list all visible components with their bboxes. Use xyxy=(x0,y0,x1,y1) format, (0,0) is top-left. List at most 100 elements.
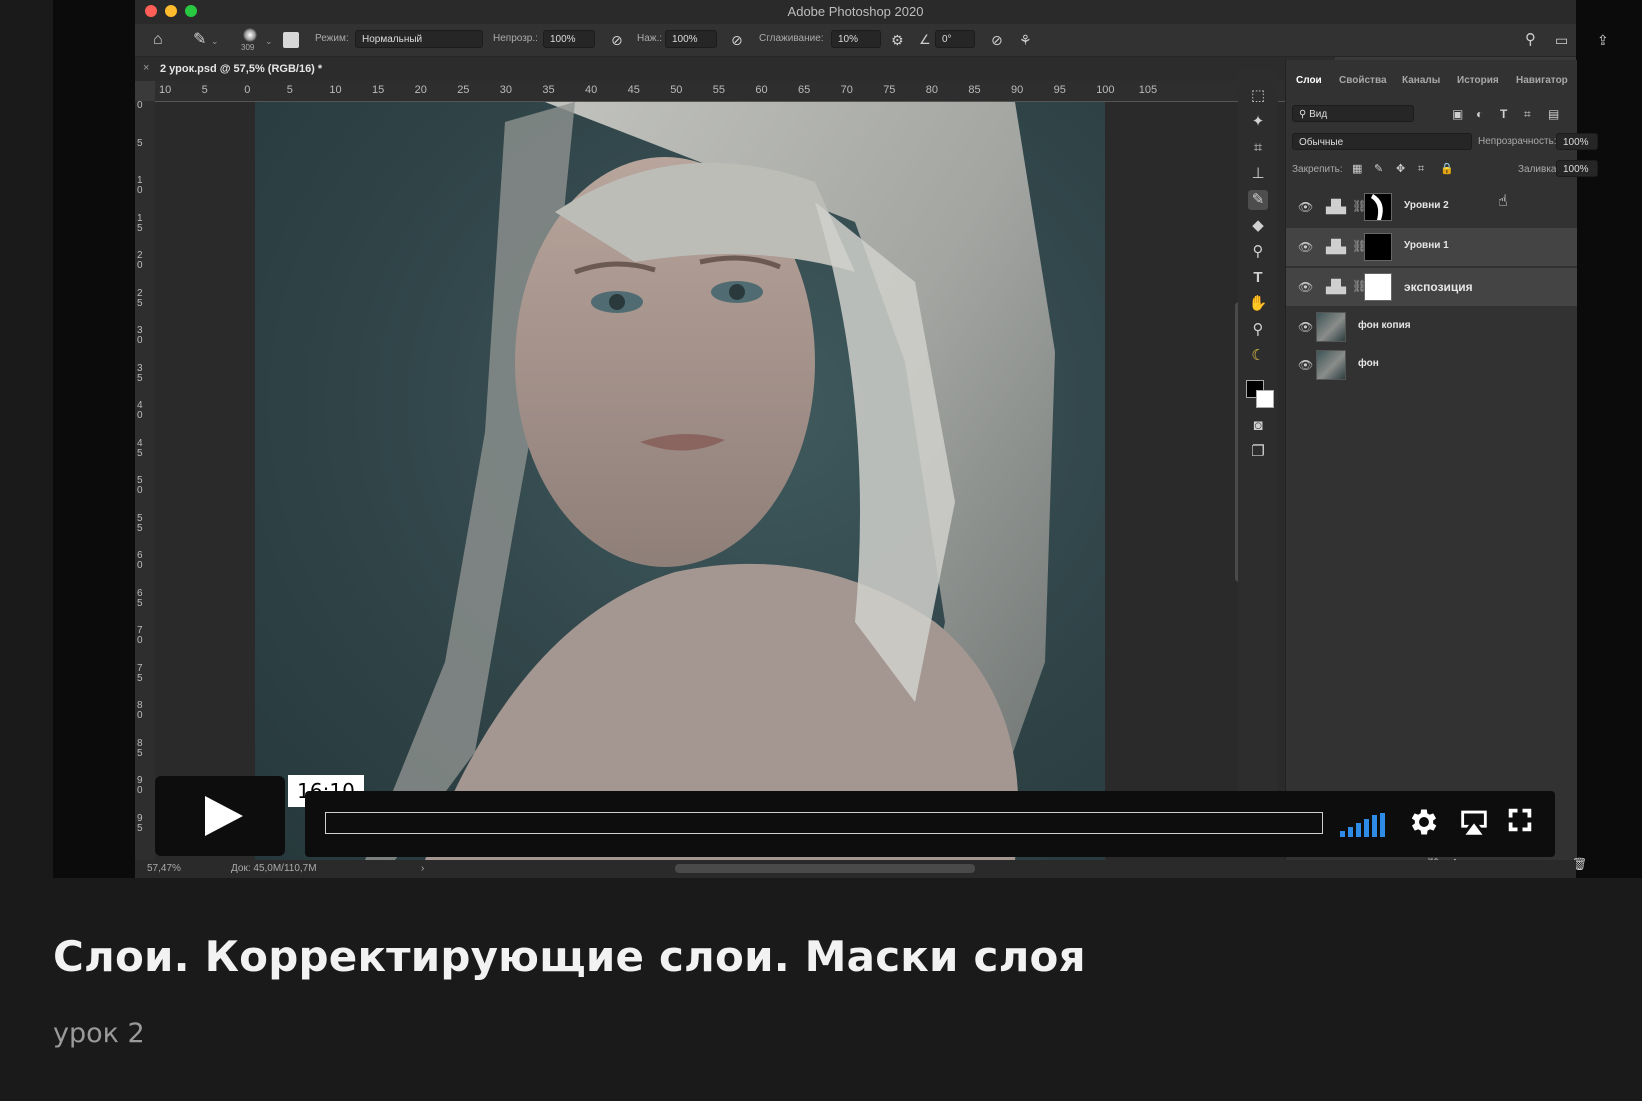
search-icon[interactable]: ⚲ xyxy=(1525,32,1536,48)
type-filter-icon[interactable]: T xyxy=(1500,106,1507,122)
quick-mask-icon[interactable]: ◙ xyxy=(1248,416,1268,436)
play-button[interactable] xyxy=(155,776,285,856)
tab-layers[interactable]: Слои xyxy=(1296,75,1322,86)
layer-opacity-field[interactable]: 100% xyxy=(1556,133,1598,150)
eye-icon[interactable]: 👁 xyxy=(1298,357,1314,373)
fill-field[interactable]: 100% xyxy=(1556,160,1598,177)
layer-mask-thumbnail[interactable] xyxy=(1364,233,1392,261)
options-bar: ⌂ ✎ ⌄ 309 ⌄ Режим: Нормальный Непрозр.: … xyxy=(135,24,1609,57)
smoothing-value: 10% xyxy=(838,34,859,45)
pressure-size-icon[interactable]: ⊘ xyxy=(991,32,1003,48)
hand-cursor-icon: ☝ xyxy=(1498,193,1508,210)
lock-artboard-icon[interactable]: ⌗ xyxy=(1418,161,1424,177)
canvas-area[interactable] xyxy=(155,102,1315,860)
marquee-tool-icon[interactable]: ⬚ xyxy=(1248,86,1268,106)
status-menu-arrow[interactable]: › xyxy=(421,863,424,874)
pixel-filter-icon[interactable]: ▣ xyxy=(1452,106,1463,122)
video-player[interactable]: Adobe Photoshop 2020 ⌂ ✎ ⌄ 309 ⌄ Режим: … xyxy=(53,0,1642,878)
eye-icon[interactable]: 👁 xyxy=(1298,279,1314,295)
brush-tool-icon[interactable]: ✎ xyxy=(1248,190,1268,210)
fill-value: 100% xyxy=(1563,164,1589,175)
fullscreen-icon[interactable] xyxy=(1505,805,1543,843)
eye-icon[interactable]: 👁 xyxy=(1298,319,1314,335)
progress-bar[interactable] xyxy=(325,812,1323,834)
brush-tool-icon[interactable]: ✎ xyxy=(193,32,206,48)
tab-properties[interactable]: Свойства xyxy=(1339,75,1387,86)
lock-pixels-icon[interactable]: ✎ xyxy=(1374,161,1383,177)
ruler-tick-label: 5 xyxy=(201,84,208,96)
eye-icon[interactable]: 👁 xyxy=(1298,199,1314,215)
angle-value: 0° xyxy=(942,34,952,45)
shape-filter-icon[interactable]: ⌗ xyxy=(1524,106,1531,122)
home-icon[interactable]: ⌂ xyxy=(153,32,163,48)
lock-transparency-icon[interactable]: ▦ xyxy=(1352,161,1362,177)
zoom-tool-icon[interactable]: ⚲ xyxy=(1248,320,1268,340)
brush-preset-icon[interactable] xyxy=(243,28,257,42)
chevron-down-icon[interactable]: ⌄ xyxy=(265,33,273,49)
status-bar: 57,47% Док: 45,0M/110,7M › xyxy=(135,860,1576,878)
lock-position-icon[interactable]: ✥ xyxy=(1396,161,1405,177)
ruler-tick-label: 85 xyxy=(137,737,143,759)
crop-tool-icon[interactable]: ⌗ xyxy=(1248,138,1268,158)
mask-shape xyxy=(1371,194,1383,220)
ruler-tick-label: 40 xyxy=(585,84,598,96)
flow-field[interactable]: 100% xyxy=(665,30,717,48)
blend-mode-select[interactable]: Обычные xyxy=(1292,133,1472,150)
layer-row[interactable]: 👁 фон xyxy=(1286,346,1577,384)
lock-all-icon[interactable]: 🔒 xyxy=(1440,161,1454,177)
layer-mask-thumbnail[interactable] xyxy=(1364,193,1392,221)
layer-row[interactable]: 👁 ▟▙ ⛓ экспозиция xyxy=(1286,268,1577,306)
gear-icon[interactable]: ⚙ xyxy=(891,32,904,48)
horizontal-scrollbar[interactable] xyxy=(675,864,975,873)
adjustment-filter-icon[interactable]: ◐ xyxy=(1476,106,1483,122)
layer-row[interactable]: 👁 фон копия xyxy=(1286,308,1577,346)
layer-name: Уровни 1 xyxy=(1404,240,1449,251)
volume-icon[interactable] xyxy=(1340,813,1388,837)
ruler-tick-label: 20 xyxy=(414,84,427,96)
ruler-tick-label: 5 xyxy=(286,84,293,96)
opacity-field[interactable]: 100% xyxy=(543,30,595,48)
document-tab[interactable]: × 2 урок.psd @ 57,5% (RGB/16) * xyxy=(135,57,1335,81)
tab-navigator[interactable]: Навигатор xyxy=(1516,75,1568,86)
close-icon[interactable]: × xyxy=(143,62,149,74)
layer-mask-thumbnail[interactable] xyxy=(1364,273,1392,301)
zoom-level[interactable]: 57,47% xyxy=(147,863,181,874)
smoothing-field[interactable]: 10% xyxy=(831,30,881,48)
dodge-tool-icon[interactable]: ⚲ xyxy=(1248,242,1268,262)
tab-channels[interactable]: Каналы xyxy=(1402,75,1440,86)
fill-label: Заливка: xyxy=(1518,164,1560,175)
chevron-down-icon[interactable]: ⌄ xyxy=(211,33,219,49)
layer-row[interactable]: 👁 ▟▙ ⛓ Уровни 2 xyxy=(1286,188,1577,226)
layer-filter-select[interactable]: ⚲ Вид xyxy=(1292,105,1414,122)
ruler-tick-label: 35 xyxy=(542,84,555,96)
pressure-opacity-icon[interactable]: ⊘ xyxy=(611,32,623,48)
type-tool-icon[interactable]: T xyxy=(1248,268,1268,288)
layer-row[interactable]: 👁 ▟▙ ⛓ Уровни 1 xyxy=(1286,228,1577,266)
title-bar: Adobe Photoshop 2020 xyxy=(135,0,1576,24)
horizontal-ruler: 10 5 0 5 10 15 20 25 30 35 40 45 50 55 60 65 70 75 80 85 90 9… xyxy=(155,81,1315,102)
blur-tool-icon[interactable]: ◆ xyxy=(1248,216,1268,236)
mode-select[interactable]: Нормальный xyxy=(355,30,483,48)
background-color-swatch[interactable] xyxy=(1256,390,1274,408)
magic-wand-tool-icon[interactable]: ✦ xyxy=(1248,112,1268,132)
flow-value: 100% xyxy=(672,34,698,45)
layer-name: фон копия xyxy=(1358,320,1411,331)
tab-history[interactable]: История xyxy=(1457,75,1499,86)
brush-panel-icon[interactable] xyxy=(283,32,299,48)
angle-field[interactable]: 0° xyxy=(935,30,975,48)
workspace-icon[interactable]: ▭ xyxy=(1555,32,1568,48)
ruler-tick-label: 80 xyxy=(137,700,143,721)
smart-object-filter-icon[interactable]: ▤ xyxy=(1548,106,1559,122)
ruler-tick-label: 0 xyxy=(244,84,251,96)
screen-mode-icon[interactable]: ❐ xyxy=(1248,442,1268,462)
share-icon[interactable]: ⇪ xyxy=(1597,32,1609,48)
settings-gear-icon[interactable] xyxy=(1407,805,1445,843)
symmetry-icon[interactable]: ⚘ xyxy=(1019,32,1032,48)
ruler-tick-label: 60 xyxy=(755,84,768,96)
airplay-icon[interactable] xyxy=(1457,805,1495,843)
eye-icon[interactable]: 👁 xyxy=(1298,239,1314,255)
airbrush-icon[interactable]: ⊘ xyxy=(731,32,743,48)
ruler-tick-label: 35 xyxy=(137,362,143,384)
hand-tool-icon[interactable]: ✋ xyxy=(1248,294,1268,314)
stamp-tool-icon[interactable]: ⊥ xyxy=(1248,164,1268,184)
